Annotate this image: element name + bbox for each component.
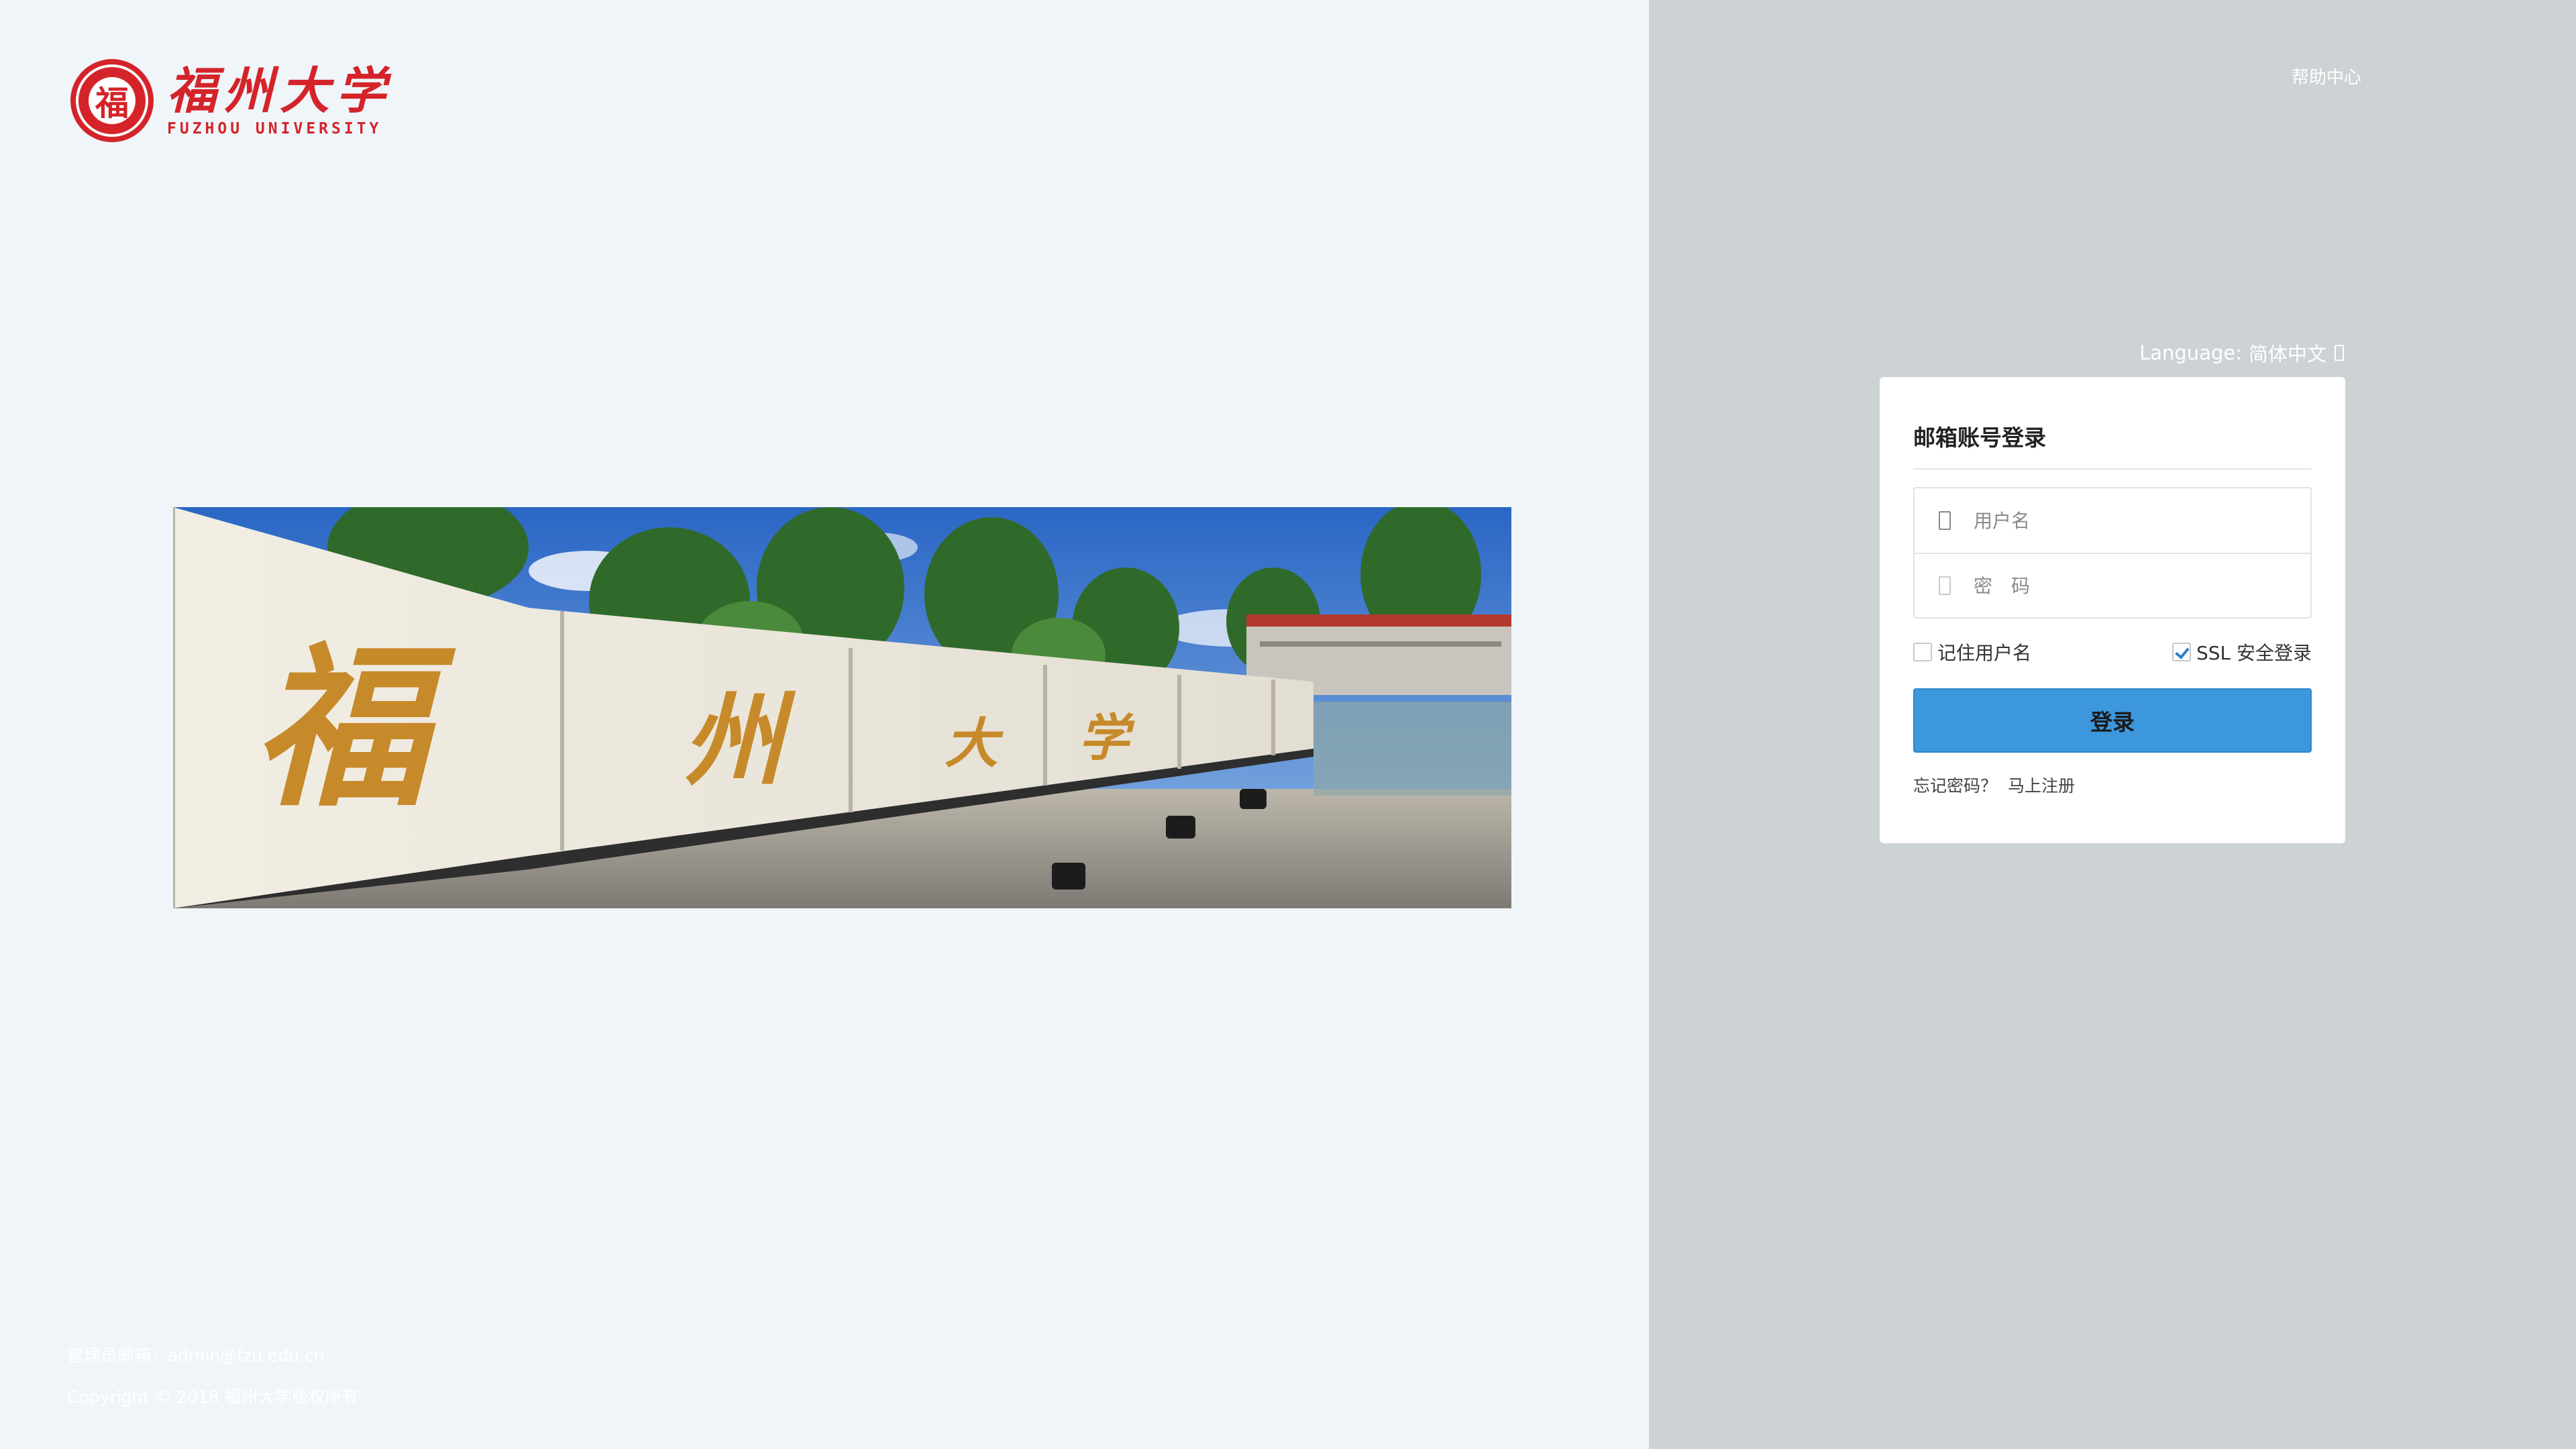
- credentials-group: [1913, 487, 2312, 619]
- campus-photo: 福 州 大 学: [173, 507, 1511, 908]
- help-center-link[interactable]: 帮助中心: [2292, 64, 2361, 89]
- caret-down-icon[interactable]: [2334, 345, 2344, 361]
- login-card: 邮箱账号登录 记住用户名 SSL 安全登录 登录 忘记密码？ 马上注册: [1880, 377, 2345, 843]
- language-label: Language:: [2139, 341, 2242, 364]
- forgot-password-link[interactable]: 忘记密码？: [1913, 776, 1997, 796]
- logo-name-cn: 福州大学: [167, 62, 392, 120]
- language-selector[interactable]: Language: 简体中文: [2139, 339, 2344, 367]
- footer-contact: 管理员邮箱：admin@fzu.edu.cn: [67, 1346, 325, 1365]
- login-options: 记住用户名 SSL 安全登录: [1913, 639, 2312, 665]
- seal-character: 福: [89, 77, 136, 124]
- remember-username-label[interactable]: 记住用户名: [1937, 639, 2031, 665]
- remember-username-option[interactable]: 记住用户名: [1913, 639, 2031, 665]
- logo-name-en: FUZHOU UNIVERSITY: [167, 120, 382, 138]
- password-input[interactable]: [1974, 574, 2255, 597]
- footer-copyright: Copyright © 2018 福州大学版权所有: [67, 1387, 359, 1407]
- ssl-login-label[interactable]: SSL 安全登录: [2196, 639, 2312, 665]
- account-links: 忘记密码？ 马上注册: [1913, 773, 2312, 797]
- wall-char-2: 州: [683, 682, 796, 800]
- university-seal-icon: 福: [70, 59, 154, 142]
- user-icon: [1939, 511, 1951, 530]
- university-logo[interactable]: 福 福州大学 FUZHOU UNIVERSITY: [70, 59, 392, 142]
- remember-username-checkbox[interactable]: [1913, 643, 1932, 661]
- left-panel: 福 福州大学 FUZHOU UNIVERSITY 福 州 大 学 管理员邮箱：a…: [0, 0, 1649, 1449]
- language-value[interactable]: 简体中文: [2249, 339, 2326, 367]
- ssl-login-checkbox[interactable]: [2171, 643, 2191, 661]
- username-field-row: [1915, 488, 2310, 553]
- login-title: 邮箱账号登录: [1913, 420, 2312, 470]
- password-field-row: [1915, 553, 2310, 617]
- wall-char-1: 福: [254, 626, 458, 830]
- lock-icon: [1939, 576, 1951, 595]
- footer: 管理员邮箱：admin@fzu.edu.cn Copyright © 2018 …: [67, 1344, 359, 1427]
- logo-text: 福州大学 FUZHOU UNIVERSITY: [167, 64, 392, 138]
- wall-char-3: 大: [945, 712, 1004, 775]
- username-input[interactable]: [1974, 509, 2255, 532]
- ssl-login-option[interactable]: SSL 安全登录: [2171, 639, 2312, 665]
- wall-char-4: 学: [1079, 708, 1135, 767]
- login-button[interactable]: 登录: [1913, 688, 2312, 753]
- register-link[interactable]: 马上注册: [2008, 776, 2075, 796]
- campus-banner-image: 福 州 大 学: [173, 507, 1511, 908]
